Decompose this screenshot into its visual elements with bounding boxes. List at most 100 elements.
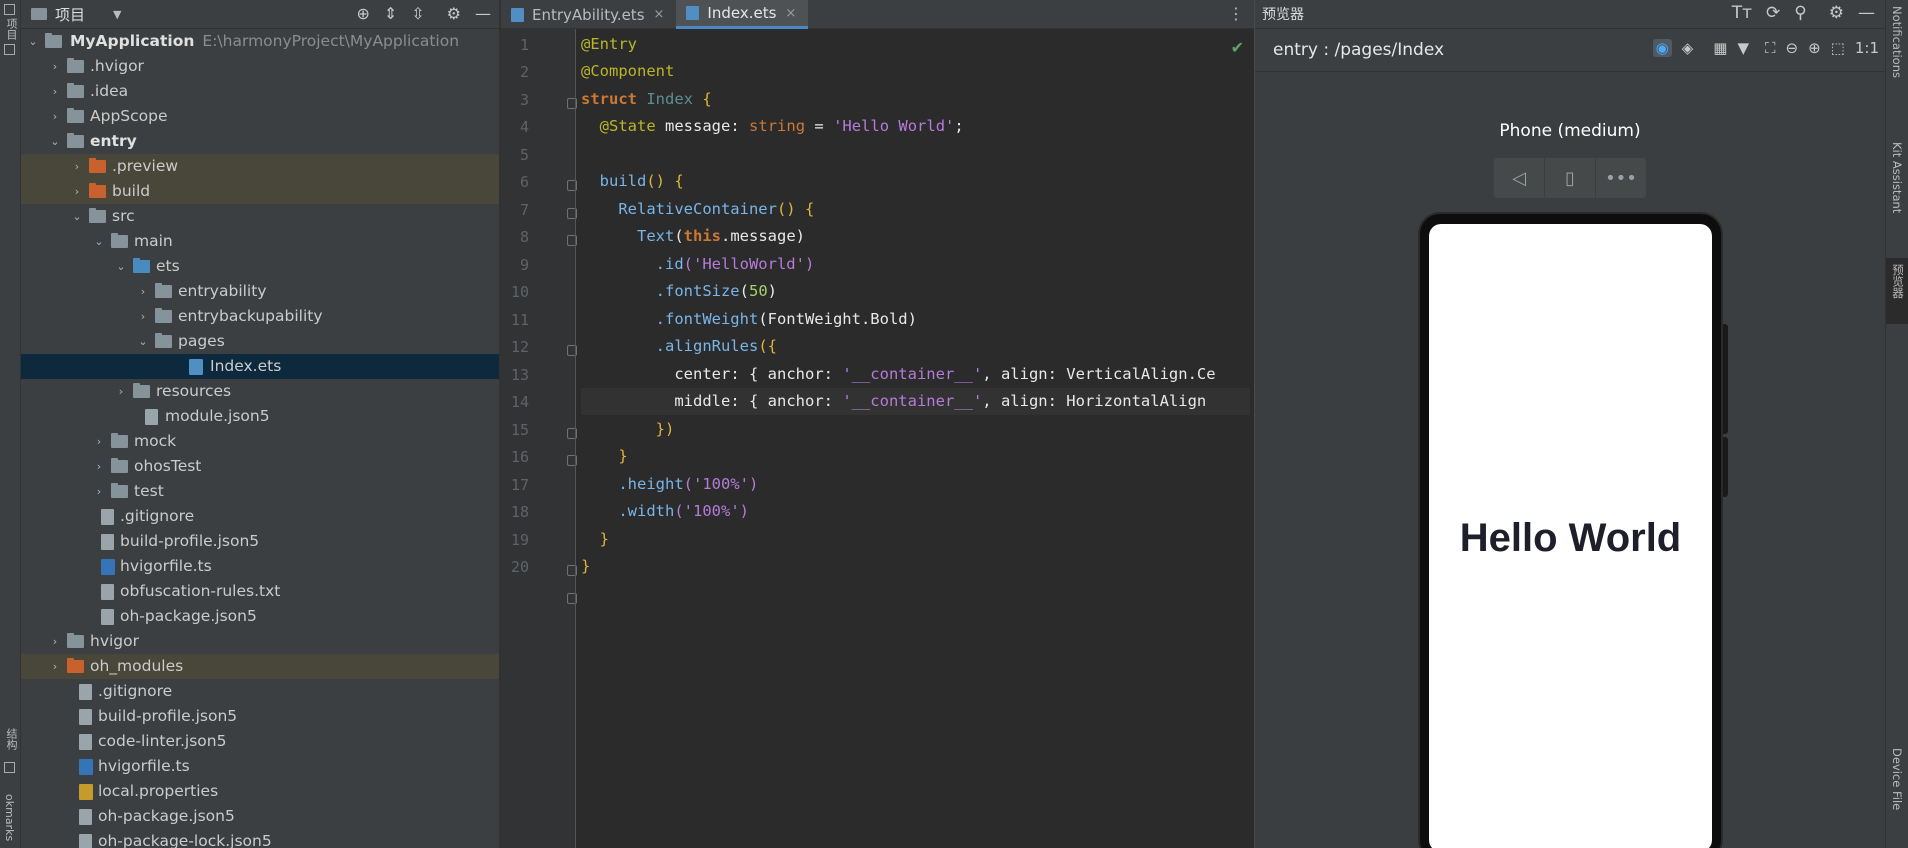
tree-item-hvigor-dir[interactable]: › .hvigor: [21, 54, 499, 79]
chevron-down-icon[interactable]: ⌄: [115, 254, 127, 279]
actual-size-button[interactable]: 1:1: [1855, 39, 1879, 57]
project-tool-icon[interactable]: [4, 4, 15, 15]
chevron-right-icon[interactable]: ›: [49, 104, 61, 129]
chevron-right-icon[interactable]: ›: [137, 279, 149, 304]
close-icon[interactable]: ×: [654, 7, 665, 22]
chevron-right-icon[interactable]: ›: [93, 429, 105, 454]
tree-item-module-json5[interactable]: module.json5: [21, 404, 499, 429]
previewer-tool[interactable]: 预览器: [1890, 264, 1906, 299]
tree-item-myapplication[interactable]: ⌄ MyApplication E:\harmonyProject\MyAppli…: [21, 29, 499, 54]
tree-item-obfuscation-rules[interactable]: obfuscation-rules.txt: [21, 579, 499, 604]
chevron-right-icon[interactable]: ›: [93, 479, 105, 504]
rotate-icon[interactable]: ▯: [1545, 158, 1596, 198]
chevron-down-icon[interactable]: ⌄: [137, 329, 149, 354]
minimize-icon[interactable]: —: [475, 4, 491, 23]
font-size-icon[interactable]: Tт: [1732, 3, 1752, 23]
more-icon[interactable]: •••: [1596, 158, 1646, 198]
zoom-in-icon[interactable]: ⊕: [1808, 39, 1821, 57]
device-file-tool[interactable]: Device File: [1890, 748, 1904, 810]
tree-item-entry[interactable]: ⌄ entry: [21, 129, 499, 154]
chevron-down-icon[interactable]: ⌄: [27, 29, 39, 54]
tree-item-appscope[interactable]: › AppScope: [21, 104, 499, 129]
phone-screen[interactable]: Hello World: [1429, 224, 1712, 848]
tree-item-oh-package-lock[interactable]: oh-package-lock.json5: [21, 829, 499, 848]
chevron-down-icon[interactable]: ⌄: [71, 204, 83, 229]
tab-entryability-ets[interactable]: EntryAbility.ets ×: [501, 0, 676, 29]
tree-item-oh-modules[interactable]: › oh_modules: [21, 654, 499, 679]
chevron-down-icon[interactable]: ⌄: [93, 229, 105, 254]
string-literal: 'Hello World': [833, 117, 955, 135]
tree-item-build[interactable]: › build: [21, 179, 499, 204]
structure-tool-label[interactable]: 结构: [3, 728, 19, 750]
project-panel-title[interactable]: 项目: [55, 4, 85, 25]
target-icon[interactable]: ⊕: [356, 4, 369, 23]
tree-item-ets[interactable]: ⌄ ets: [21, 254, 499, 279]
line-number: 19: [510, 531, 529, 549]
tree-item-local-properties[interactable]: local.properties: [21, 779, 499, 804]
tree-item-index-ets[interactable]: Index.ets: [21, 354, 499, 379]
chevron-right-icon[interactable]: ›: [71, 179, 83, 204]
fit-screen-icon[interactable]: ⬚: [1831, 39, 1845, 57]
tree-item-oh-package[interactable]: oh-package.json5: [21, 604, 499, 629]
expand-all-icon[interactable]: ⇕: [384, 4, 397, 23]
code-area[interactable]: @Entry @Component struct Index { @State …: [581, 29, 1254, 848]
chevron-right-icon[interactable]: ›: [93, 454, 105, 479]
chevron-right-icon[interactable]: ›: [49, 629, 61, 654]
tree-item-entryability[interactable]: › entryability: [21, 279, 499, 304]
tree-item-build-profile[interactable]: build-profile.json5: [21, 529, 499, 554]
tree-item-root-oh-package[interactable]: oh-package.json5: [21, 804, 499, 829]
tree-item-ohostest[interactable]: › ohosTest: [21, 454, 499, 479]
refresh-icon[interactable]: ⟳: [1766, 3, 1780, 23]
chevron-right-icon[interactable]: ›: [49, 654, 61, 679]
tree-item-src[interactable]: ⌄ src: [21, 204, 499, 229]
chevron-right-icon[interactable]: ›: [49, 79, 61, 104]
punct: (: [739, 282, 749, 300]
tree-item-resources[interactable]: › resources: [21, 379, 499, 404]
chevron-down-icon[interactable]: ▼: [113, 8, 121, 21]
grid-icon[interactable]: ▦: [1713, 39, 1727, 57]
project-tool-label[interactable]: 项目: [3, 18, 19, 40]
collapse-all-icon[interactable]: ⇳: [411, 4, 424, 23]
tree-item-hvigor[interactable]: › hvigor: [21, 629, 499, 654]
chevron-right-icon[interactable]: ›: [115, 379, 127, 404]
close-icon[interactable]: ×: [785, 6, 796, 21]
line-number: 11: [510, 311, 529, 329]
tree-item-label: hvigorfile.ts: [98, 757, 190, 775]
zoom-out-icon[interactable]: ⊖: [1786, 39, 1799, 57]
more-tabs-icon[interactable]: ⋮: [1228, 4, 1244, 23]
notifications-tool[interactable]: Notifications: [1890, 6, 1904, 78]
gear-icon[interactable]: ⚙: [447, 4, 461, 23]
inspect-icon[interactable]: ⚲: [1794, 3, 1806, 23]
tree-item-idea[interactable]: › .idea: [21, 79, 499, 104]
chevron-down-icon[interactable]: ▼: [1737, 39, 1749, 57]
tree-item-preview[interactable]: › .preview: [21, 154, 499, 179]
tree-item-main[interactable]: ⌄ main: [21, 229, 499, 254]
back-icon[interactable]: ◁: [1494, 158, 1545, 198]
chevron-right-icon[interactable]: ›: [49, 54, 61, 79]
layers-icon[interactable]: ◈: [1682, 39, 1694, 57]
punct: }): [655, 420, 675, 438]
preview-eye-icon[interactable]: ◉: [1652, 39, 1672, 57]
bookmarks-tool-label[interactable]: okmarks: [3, 794, 16, 841]
tree-item-root-hvigorfile[interactable]: hvigorfile.ts: [21, 754, 499, 779]
crop-icon[interactable]: ⛶: [1765, 39, 1776, 57]
check-icon[interactable]: ✔: [1231, 38, 1244, 57]
tree-item-root-gitignore[interactable]: .gitignore: [21, 679, 499, 704]
chevron-right-icon[interactable]: ›: [137, 304, 149, 329]
tab-index-ets[interactable]: Index.ets ×: [676, 0, 809, 29]
chevron-right-icon[interactable]: ›: [71, 154, 83, 179]
config-file-icon: [79, 734, 92, 750]
tree-item-pages[interactable]: ⌄ pages: [21, 329, 499, 354]
kit-assistant-tool[interactable]: Kit Assistant: [1890, 142, 1904, 213]
minimize-icon[interactable]: —: [1858, 3, 1875, 23]
tree-item-entrybackupability[interactable]: › entrybackupability: [21, 304, 499, 329]
punct: : { anchor:: [730, 365, 843, 383]
tree-item-test[interactable]: › test: [21, 479, 499, 504]
gear-icon[interactable]: ⚙: [1829, 3, 1844, 23]
tree-item-hvigorfile[interactable]: hvigorfile.ts: [21, 554, 499, 579]
tree-item-gitignore[interactable]: .gitignore: [21, 504, 499, 529]
tree-item-root-build-profile[interactable]: build-profile.json5: [21, 704, 499, 729]
tree-item-mock[interactable]: › mock: [21, 429, 499, 454]
chevron-down-icon[interactable]: ⌄: [49, 129, 61, 154]
tree-item-code-linter[interactable]: code-linter.json5: [21, 729, 499, 754]
